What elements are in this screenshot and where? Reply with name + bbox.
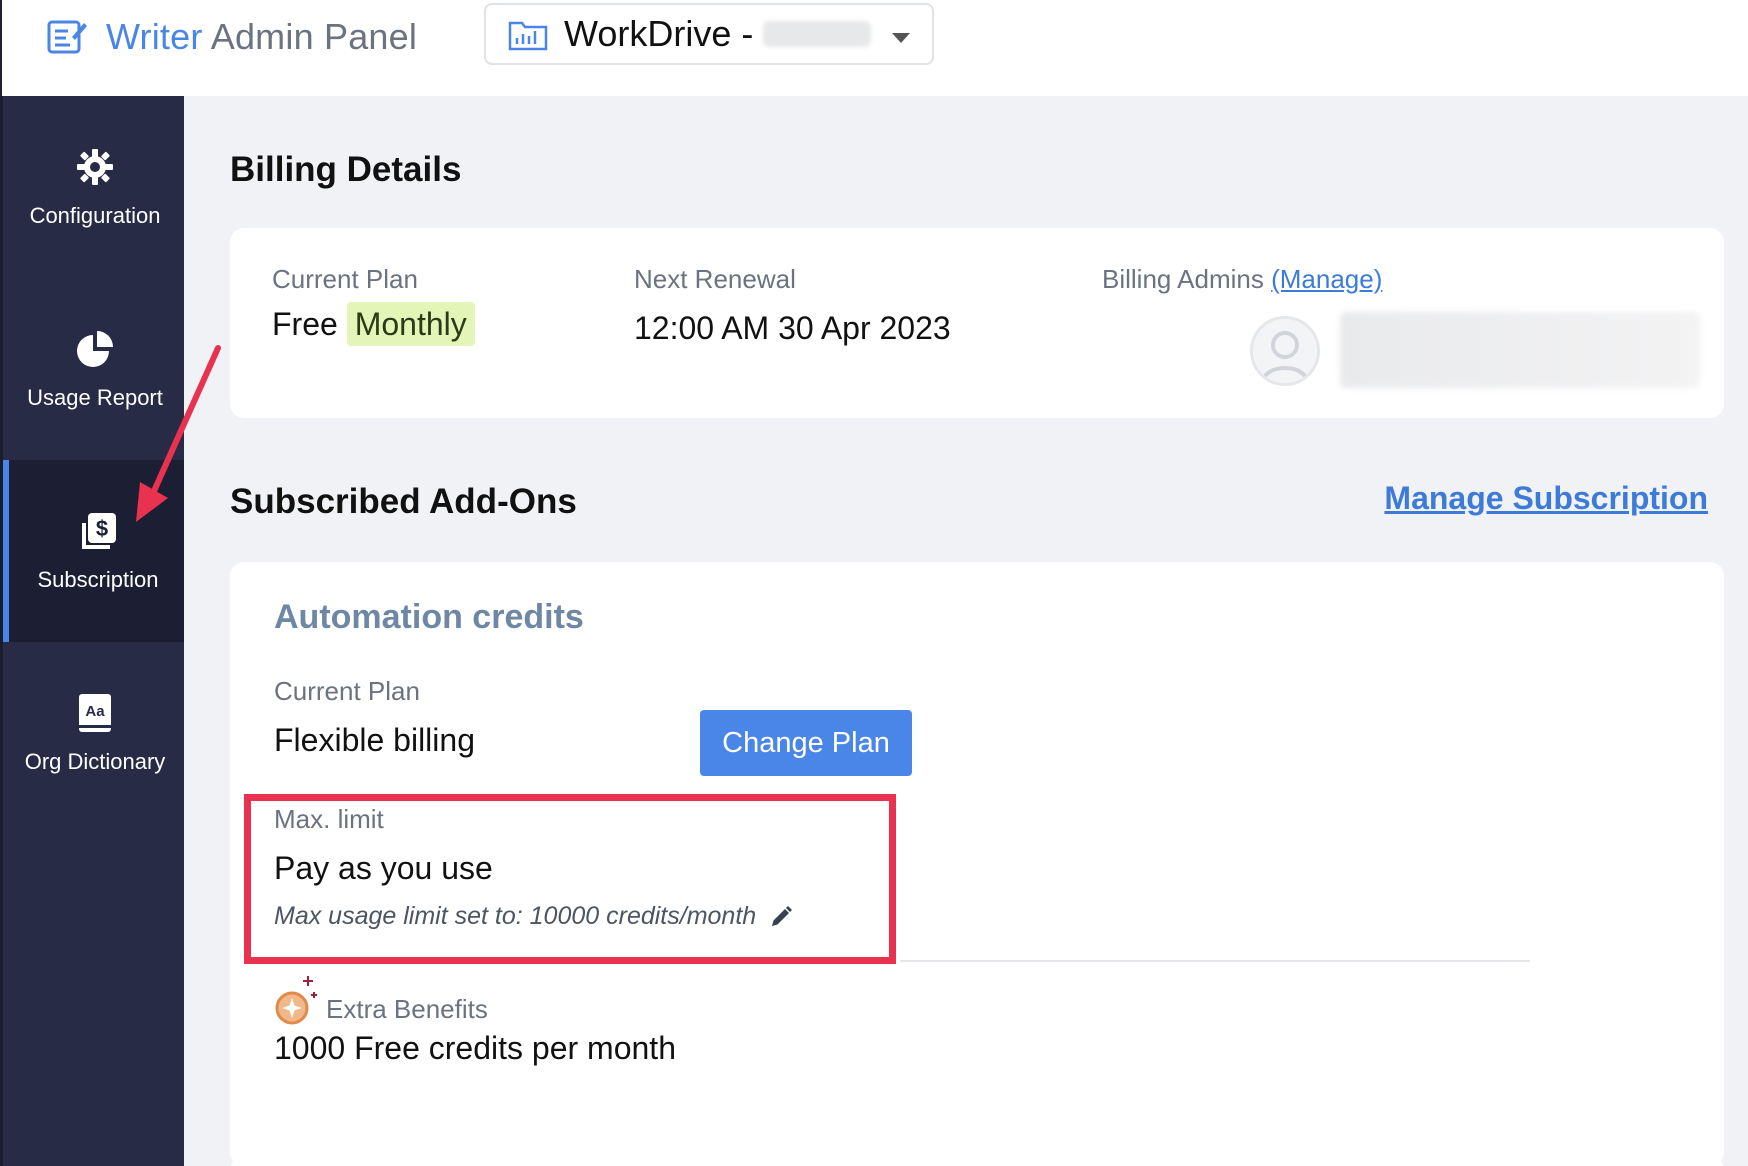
manage-admins-link[interactable]: (Manage) (1271, 264, 1382, 294)
writer-logo-icon (47, 20, 87, 54)
extra-benefits-label: Extra Benefits (326, 993, 488, 1024)
change-plan-button[interactable]: Change Plan (700, 710, 912, 776)
app-title-writer: Writer (106, 16, 203, 57)
app-title-admin: Admin Panel (210, 16, 418, 57)
app-title: Writer Admin Panel (106, 16, 417, 58)
extra-benefits-value: 1000 Free credits per month (274, 1030, 676, 1066)
billing-admin-redacted (1340, 312, 1700, 388)
sidebar: Configuration Usage Report $ Subscriptio… (0, 96, 187, 1166)
chevron-down-icon[interactable] (892, 33, 910, 43)
sparkle-badge-icon (275, 976, 317, 1025)
plan-name: Free (272, 306, 338, 342)
max-limit-note: Max usage limit set to: 10000 credits/mo… (274, 902, 757, 930)
workdrive-icon (508, 21, 548, 51)
billing-details-heading: Billing Details (230, 150, 462, 189)
next-renewal-label: Next Renewal (634, 264, 796, 294)
pie-chart-icon (77, 331, 113, 367)
extra-benefits-row: Extra Benefits (274, 974, 488, 1026)
edit-pencil-icon[interactable] (769, 905, 793, 929)
workspace-selector[interactable]: WorkDrive - (484, 3, 934, 65)
current-plan-label: Current Plan (272, 264, 418, 294)
gear-icon (77, 149, 113, 185)
sidebar-item-org-dictionary[interactable]: Aa Org Dictionary (3, 642, 187, 824)
max-limit-value: Pay as you use (274, 850, 493, 886)
automation-credits-title: Automation credits (274, 598, 584, 636)
app-brand[interactable]: Writer Admin Panel (46, 14, 417, 60)
workspace-name-redacted (763, 21, 872, 47)
plan-cycle-badge: Monthly (346, 302, 475, 346)
addon-current-plan-label: Current Plan (274, 676, 420, 706)
manage-subscription-link[interactable]: Manage Subscription (1384, 480, 1708, 517)
max-limit-label: Max. limit (274, 804, 384, 834)
user-avatar-icon (1261, 331, 1309, 383)
automation-credits-card: Automation credits Current Plan Flexible… (230, 562, 1724, 1166)
billing-admins-label: Billing Admins (Manage) (1102, 264, 1382, 295)
sidebar-item-label: Org Dictionary (24, 749, 166, 774)
svg-text:Aa: Aa (85, 703, 105, 720)
current-plan-value: Free Monthly (272, 302, 475, 346)
sidebar-item-label: Configuration (29, 203, 161, 228)
svg-text:$: $ (96, 516, 108, 541)
sidebar-item-configuration[interactable]: Configuration (3, 96, 187, 278)
top-header: Writer Admin Panel WorkDrive - (0, 0, 1748, 96)
billing-admins-text: Billing Admins (1102, 264, 1264, 294)
addon-current-plan-value: Flexible billing (274, 722, 475, 758)
avatar (1250, 316, 1320, 386)
max-limit-note-row: Max usage limit set to: 10000 credits/mo… (274, 902, 793, 931)
annotation-arrow-icon (136, 345, 221, 522)
dictionary-icon: Aa (79, 694, 111, 732)
subscribed-addons-heading: Subscribed Add-Ons (230, 482, 577, 521)
next-renewal-value: 12:00 AM 30 Apr 2023 (634, 310, 951, 346)
workspace-name: WorkDrive - (564, 13, 754, 54)
main-content: Billing Details Current Plan Free Monthl… (184, 96, 1748, 1166)
sidebar-item-label: Subscription (37, 567, 159, 592)
divider (900, 960, 1530, 962)
dollar-icon: $ (82, 513, 116, 549)
next-card-edge (230, 1156, 1724, 1166)
billing-details-card: Current Plan Free Monthly Next Renewal 1… (230, 228, 1724, 418)
